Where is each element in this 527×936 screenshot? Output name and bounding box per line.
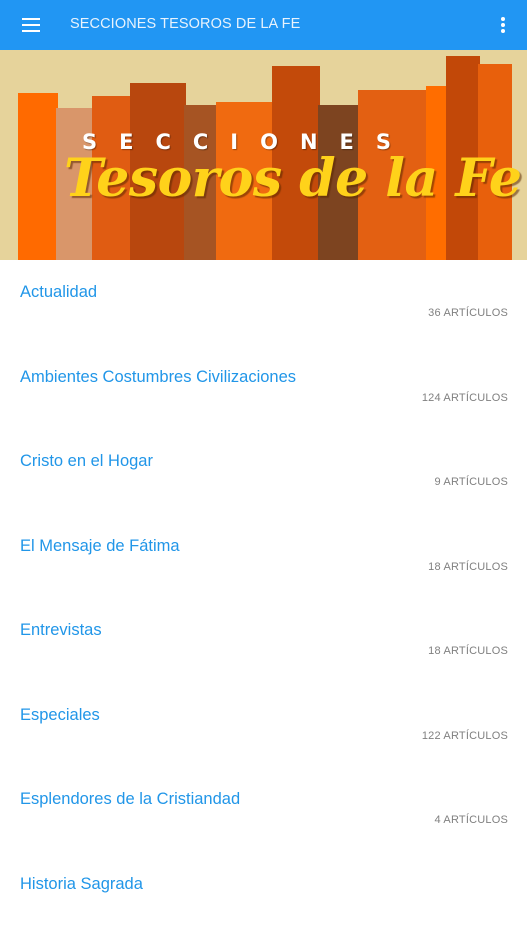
app-bar-title: SECCIONES TESOROS DE LA FE (70, 16, 300, 32)
hamburger-menu-icon[interactable] (18, 14, 46, 36)
section-name: Historia Sagrada (20, 875, 143, 894)
list-item[interactable]: Actualidad 36 ARTÍCULOS (0, 260, 527, 345)
article-count: 36 ARTÍCULOS (428, 307, 508, 319)
article-count: 18 ARTÍCULOS (428, 645, 508, 657)
section-name: Actualidad (20, 283, 97, 302)
section-name: Esplendores de la Cristiandad (20, 790, 240, 809)
section-name: Ambientes Costumbres Civilizaciones (20, 368, 296, 387)
list-item[interactable]: El Mensaje de Fátima 18 ARTÍCULOS (0, 514, 527, 599)
section-name: Cristo en el Hogar (20, 452, 153, 471)
list-item[interactable]: Historia Sagrada (0, 852, 527, 936)
article-count: 18 ARTÍCULOS (428, 561, 508, 573)
article-count: 4 ARTÍCULOS (434, 814, 508, 826)
list-item[interactable]: Especiales 122 ARTÍCULOS (0, 683, 527, 768)
sections-list: Actualidad 36 ARTÍCULOS Ambientes Costum… (0, 260, 527, 936)
article-count: 122 ARTÍCULOS (422, 730, 508, 742)
article-count: 9 ARTÍCULOS (434, 476, 508, 488)
app-bar: SECCIONES TESOROS DE LA FE (0, 0, 527, 50)
banner-title: Tesoros de la Fe (64, 148, 522, 209)
more-vert-icon[interactable] (493, 14, 513, 36)
list-item[interactable]: Esplendores de la Cristiandad 4 ARTÍCULO… (0, 767, 527, 852)
section-name: El Mensaje de Fátima (20, 537, 180, 556)
section-name: Especiales (20, 706, 100, 725)
list-item[interactable]: Entrevistas 18 ARTÍCULOS (0, 598, 527, 683)
header-banner: SECCIONES Tesoros de la Fe (0, 50, 527, 260)
section-name: Entrevistas (20, 621, 102, 640)
list-item[interactable]: Ambientes Costumbres Civilizaciones 124 … (0, 345, 527, 430)
list-item[interactable]: Cristo en el Hogar 9 ARTÍCULOS (0, 429, 527, 514)
article-count: 124 ARTÍCULOS (422, 392, 508, 404)
